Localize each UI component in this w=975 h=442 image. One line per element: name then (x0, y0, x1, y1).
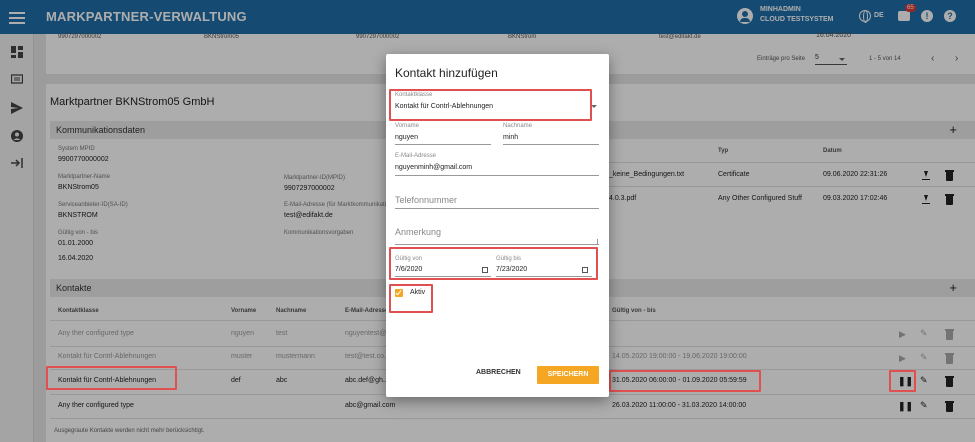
vorname-label: Vorname (395, 123, 420, 129)
field-underline (395, 144, 491, 145)
telefon-placeholder: Telefonnummer (395, 195, 458, 205)
anmerkung-placeholder: Anmerkung (395, 227, 442, 237)
vorname-value: nguyen (395, 134, 418, 141)
email-value: nguyenminh@gmail.com (395, 164, 473, 171)
highlight-kontaktklasse (389, 89, 592, 121)
nachname-value: minh (503, 134, 519, 141)
field-underline (395, 175, 599, 176)
field-underline (395, 244, 599, 245)
resize-handle-icon[interactable] (592, 239, 598, 245)
save-button[interactable]: SPEICHERN (537, 366, 599, 384)
highlight-aktiv (389, 284, 433, 313)
nachname-label: Nachname (503, 123, 533, 129)
highlight-gueltig-row (609, 370, 761, 392)
cancel-button[interactable]: ABBRECHEN (476, 369, 521, 376)
dialog-title: Kontakt hinzufügen (395, 66, 498, 80)
field-underline (395, 208, 599, 209)
highlight-pause-action (889, 370, 916, 392)
add-contact-dialog: Kontakt hinzufügen Kontaktklasse Kontakt… (386, 54, 609, 397)
highlight-kontaktklasse-row (46, 366, 177, 390)
email-label: E-Mail-Adresse (395, 153, 437, 159)
highlight-gueltigkeit (389, 247, 598, 280)
field-underline (503, 144, 599, 145)
